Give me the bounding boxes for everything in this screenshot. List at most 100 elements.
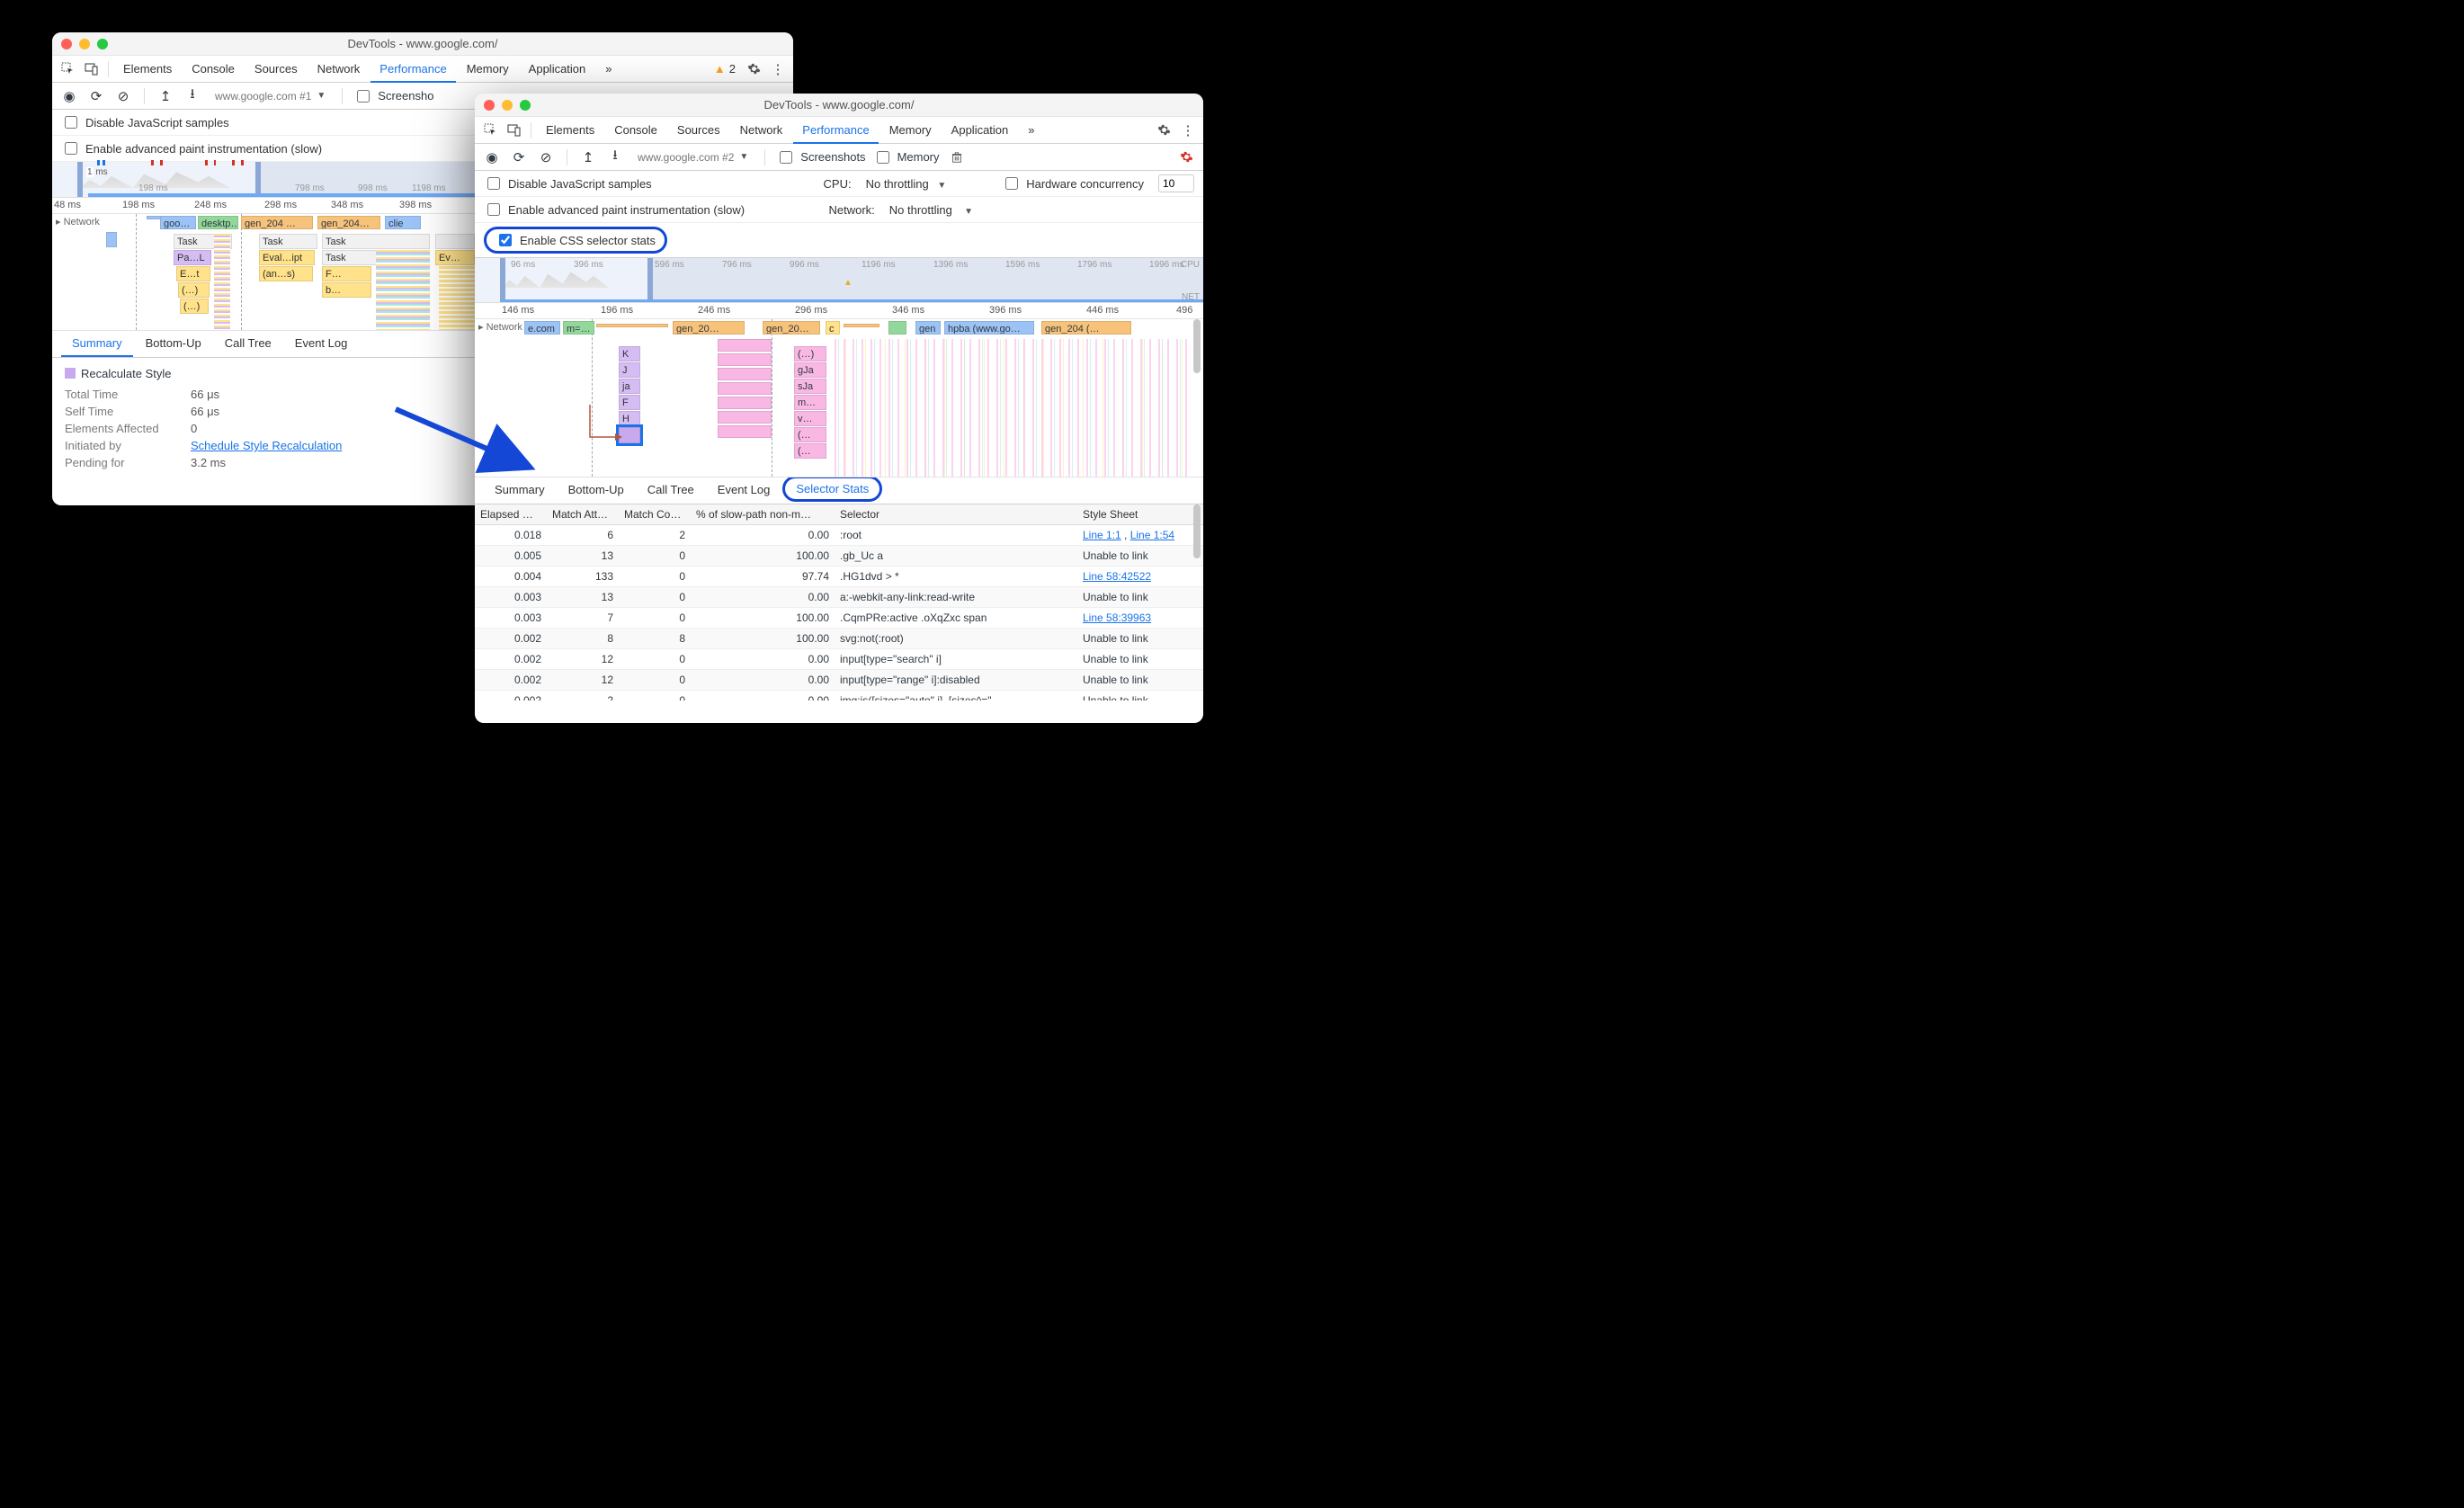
- ruler[interactable]: 146 ms 196 ms 246 ms 296 ms 346 ms 396 m…: [475, 303, 1203, 319]
- options-row-3: Enable CSS selector stats: [475, 223, 1203, 258]
- col-stylesheet[interactable]: Style Sheet: [1077, 504, 1203, 525]
- gear-icon[interactable]: [743, 58, 764, 80]
- reload-icon[interactable]: ⟳: [509, 147, 529, 167]
- col-selector[interactable]: Selector: [835, 504, 1077, 525]
- dtab-call-tree[interactable]: Call Tree: [214, 331, 282, 357]
- table-row[interactable]: 0.005130100.00.gb_Uc aUnable to link: [475, 546, 1203, 567]
- panel-tabs: Elements Console Sources Network Perform…: [475, 117, 1203, 144]
- scrollbar[interactable]: [1193, 319, 1202, 477]
- dtab-selector-stats[interactable]: Selector Stats: [782, 476, 882, 502]
- clear-icon[interactable]: ⊘: [536, 147, 556, 167]
- stylesheet-link[interactable]: Line 58:42522: [1083, 570, 1151, 583]
- dtab-call-tree[interactable]: Call Tree: [637, 477, 705, 504]
- stylesheet-link[interactable]: Line 1:1: [1083, 529, 1121, 541]
- tab-performance[interactable]: Performance: [370, 56, 455, 83]
- gear-icon[interactable]: [1176, 147, 1196, 167]
- record-icon[interactable]: ◉: [59, 86, 79, 106]
- recording-select[interactable]: www.google.com #1▼: [210, 86, 331, 106]
- download-icon[interactable]: ⭳: [183, 86, 202, 106]
- memory-checkbox[interactable]: Memory: [873, 148, 940, 166]
- tab-memory[interactable]: Memory: [458, 56, 518, 83]
- tab-sources[interactable]: Sources: [246, 56, 307, 83]
- tab-sources[interactable]: Sources: [668, 117, 729, 144]
- overview-minimap[interactable]: CPU NET 96 ms 396 ms 596 ms 796 ms 996 m…: [475, 258, 1203, 303]
- table-row[interactable]: 0.00288100.00svg:not(:root)Unable to lin…: [475, 629, 1203, 649]
- disable-js-checkbox[interactable]: Disable JavaScript samples: [61, 113, 229, 131]
- titlebar[interactable]: DevTools - www.google.com/: [52, 32, 793, 56]
- tab-application[interactable]: Application: [520, 56, 595, 83]
- col-elapsed[interactable]: Elapsed …▼: [475, 504, 547, 525]
- device-icon[interactable]: [81, 58, 103, 80]
- adv-paint-checkbox[interactable]: Enable advanced paint instrumentation (s…: [61, 139, 322, 157]
- warning-icon: ▲: [714, 62, 726, 76]
- range-handle-left[interactable]: [500, 258, 505, 302]
- screenshots-checkbox[interactable]: Screensho: [353, 87, 433, 105]
- tab-elements[interactable]: Elements: [537, 117, 603, 144]
- close-icon[interactable]: [61, 39, 72, 49]
- tab-console[interactable]: Console: [183, 56, 244, 83]
- dtab-summary[interactable]: Summary: [484, 477, 556, 504]
- dtab-event-log[interactable]: Event Log: [707, 477, 781, 504]
- recording-select[interactable]: www.google.com #2▼: [632, 147, 754, 167]
- tabs-more[interactable]: »: [1019, 117, 1043, 144]
- minimize-icon[interactable]: [79, 39, 90, 49]
- warnings-badge[interactable]: ▲2: [709, 62, 741, 76]
- col-slow-path[interactable]: % of slow-path non-m…: [691, 504, 835, 525]
- col-match-attempts[interactable]: Match Att…: [547, 504, 619, 525]
- table-row[interactable]: 0.0021200.00input[type="search" i]Unable…: [475, 649, 1203, 670]
- css-selector-stats-checkbox[interactable]: Enable CSS selector stats: [495, 231, 656, 249]
- download-icon[interactable]: ⭳: [605, 147, 625, 167]
- gear-icon[interactable]: [1153, 120, 1174, 141]
- table-row[interactable]: 0.018620.00:rootLine 1:1 , Line 1:54: [475, 525, 1203, 546]
- selector-stats-table-wrap[interactable]: Elapsed …▼ Match Att… Match Co… % of slo…: [475, 504, 1203, 700]
- scrollbar[interactable]: [1193, 504, 1202, 700]
- dtab-bottom-up[interactable]: Bottom-Up: [135, 331, 212, 357]
- more-icon[interactable]: ⋮: [766, 58, 788, 80]
- minimize-icon[interactable]: [502, 100, 513, 111]
- hw-concurrency-checkbox[interactable]: Hardware concurrency: [1002, 174, 1144, 192]
- network-select[interactable]: No throttling ▼: [889, 203, 973, 217]
- device-icon[interactable]: [504, 120, 525, 141]
- upload-icon[interactable]: ↥: [578, 147, 598, 167]
- dtab-bottom-up[interactable]: Bottom-Up: [558, 477, 635, 504]
- tab-performance[interactable]: Performance: [793, 117, 878, 144]
- table-row[interactable]: 0.004133097.74.HG1dvd > *Line 58:42522: [475, 567, 1203, 587]
- adv-paint-checkbox[interactable]: Enable advanced paint instrumentation (s…: [484, 201, 745, 219]
- tab-memory[interactable]: Memory: [880, 117, 941, 144]
- dtab-summary[interactable]: Summary: [61, 331, 133, 357]
- tabs-more[interactable]: »: [596, 56, 620, 83]
- upload-icon[interactable]: ↥: [156, 86, 175, 106]
- clear-icon[interactable]: ⊘: [113, 86, 133, 106]
- traffic-lights: [61, 39, 108, 49]
- more-icon[interactable]: ⋮: [1176, 120, 1198, 141]
- tab-network[interactable]: Network: [731, 117, 792, 144]
- inspect-icon[interactable]: [58, 58, 79, 80]
- inspect-icon[interactable]: [480, 120, 502, 141]
- tab-network[interactable]: Network: [308, 56, 370, 83]
- table-row[interactable]: 0.0021200.00input[type="range" i]:disabl…: [475, 670, 1203, 691]
- tab-application[interactable]: Application: [942, 117, 1018, 144]
- table-row[interactable]: 0.00370100.00.CqmPRe:active .oXqZxc span…: [475, 608, 1203, 629]
- disable-js-checkbox[interactable]: Disable JavaScript samples: [484, 174, 652, 192]
- titlebar[interactable]: DevTools - www.google.com/: [475, 94, 1203, 117]
- stylesheet-link[interactable]: Line 58:39963: [1083, 611, 1151, 624]
- stylesheet-link[interactable]: Line 1:54: [1130, 529, 1174, 541]
- initiated-by-link[interactable]: Schedule Style Recalculation: [191, 439, 342, 452]
- cpu-select[interactable]: No throttling ▼: [866, 177, 947, 191]
- flame-chart[interactable]: ▸ Network e.com m=… gen_20… gen_20… c ge…: [475, 319, 1203, 477]
- col-match-count[interactable]: Match Co…: [619, 504, 691, 525]
- reload-icon[interactable]: ⟳: [86, 86, 106, 106]
- record-icon[interactable]: ◉: [482, 147, 502, 167]
- tab-console[interactable]: Console: [605, 117, 666, 144]
- garbage-collect-icon[interactable]: [947, 147, 967, 167]
- close-icon[interactable]: [484, 100, 495, 111]
- table-row[interactable]: 0.002200.00img:is([sizes="auto" i], [siz…: [475, 691, 1203, 701]
- zoom-icon[interactable]: [520, 100, 531, 111]
- zoom-icon[interactable]: [97, 39, 108, 49]
- tab-elements[interactable]: Elements: [114, 56, 181, 83]
- table-row[interactable]: 0.0031300.00a:-webkit-any-link:read-writ…: [475, 587, 1203, 608]
- hw-concurrency-input[interactable]: [1158, 174, 1194, 192]
- range-handle-left[interactable]: [77, 162, 83, 197]
- dtab-event-log[interactable]: Event Log: [284, 331, 359, 357]
- screenshots-checkbox[interactable]: Screenshots: [776, 148, 865, 166]
